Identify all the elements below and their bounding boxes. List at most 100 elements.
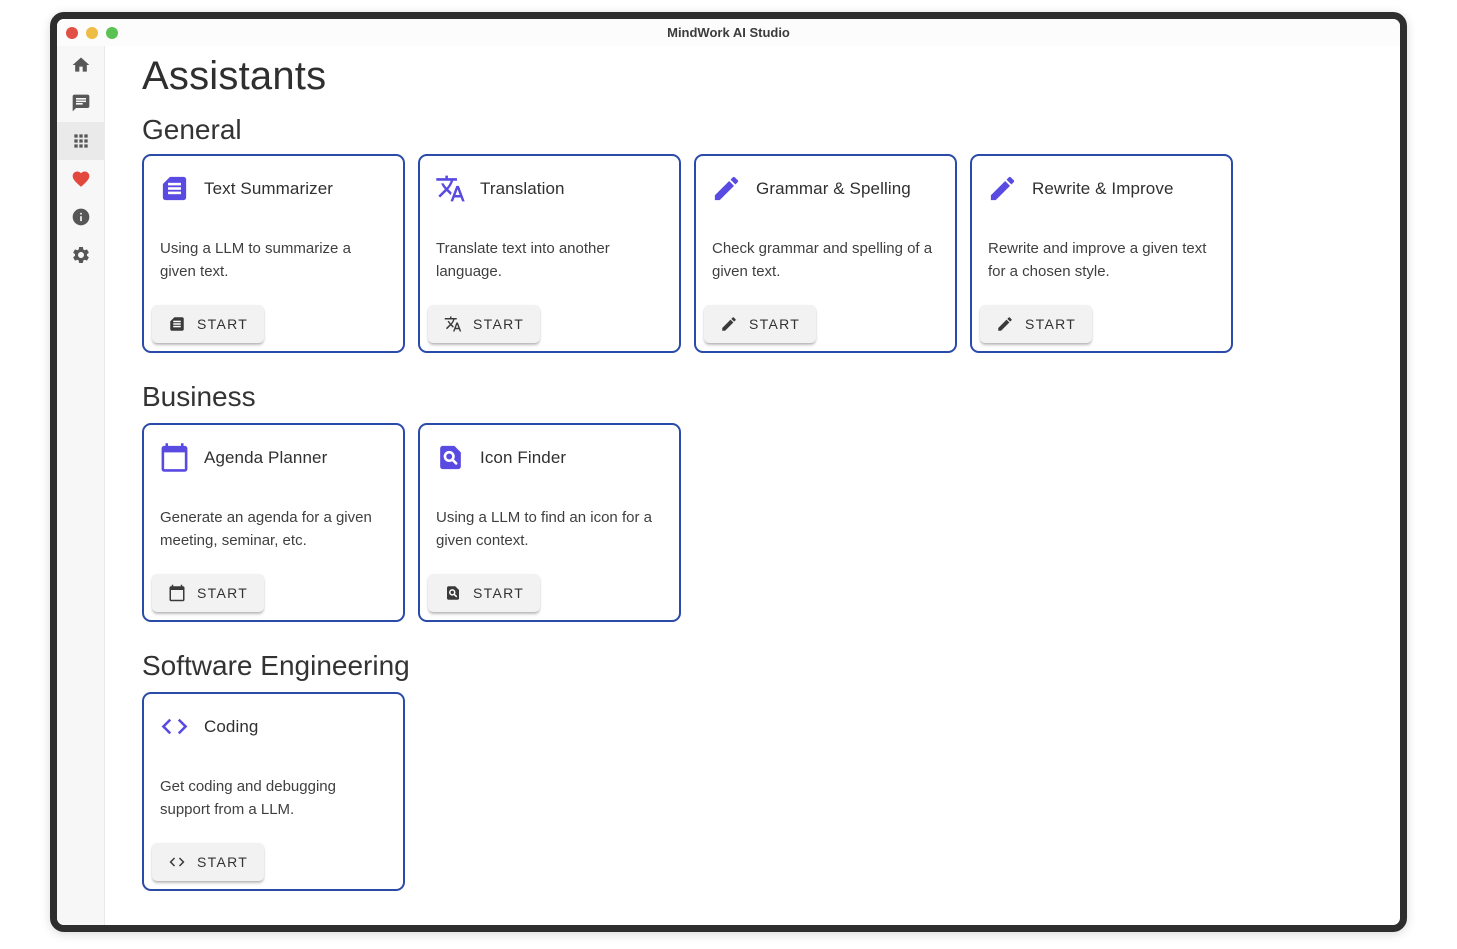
pencil-icon bbox=[987, 173, 1018, 204]
icon-search-icon bbox=[435, 442, 466, 473]
card-title: Grammar & Spelling bbox=[756, 179, 911, 199]
calendar-icon bbox=[159, 442, 190, 473]
pencil-icon bbox=[711, 173, 742, 204]
code-icon bbox=[159, 711, 190, 742]
start-button[interactable]: START bbox=[152, 305, 264, 343]
pencil-icon bbox=[711, 173, 742, 204]
card-row: Agenda Planner Generate an agenda for a g… bbox=[142, 423, 1400, 622]
icon-search-icon bbox=[444, 584, 462, 602]
card-actions: START bbox=[428, 574, 540, 612]
card-header: Coding bbox=[144, 694, 403, 742]
card-header: Grammar & Spelling bbox=[696, 156, 955, 204]
maximize-window-button[interactable] bbox=[106, 27, 118, 39]
sidebar-item-about[interactable] bbox=[57, 198, 105, 236]
text-snippet-icon bbox=[168, 315, 186, 333]
start-button-label: START bbox=[473, 585, 524, 601]
titlebar[interactable]: MindWork AI Studio bbox=[57, 19, 1400, 46]
assistant-card: Translation Translate text into another l… bbox=[418, 154, 681, 353]
section-heading: Software Engineering bbox=[142, 649, 1400, 682]
card-description: Using a LLM to find an icon for a given … bbox=[420, 506, 679, 552]
sidebar-item-chats[interactable] bbox=[57, 84, 105, 122]
card-row: Text Summarizer Using a LLM to summarize … bbox=[142, 154, 1400, 353]
card-actions: START bbox=[152, 305, 264, 343]
sidebar-item-assistants[interactable] bbox=[57, 122, 105, 160]
card-title: Text Summarizer bbox=[204, 179, 333, 199]
chat-icon bbox=[71, 93, 91, 113]
main-content: Assistants General Text Summarizer Using a… bbox=[105, 46, 1400, 925]
card-description: Translate text into another language. bbox=[420, 237, 679, 283]
code-icon bbox=[168, 853, 186, 871]
start-button[interactable]: START bbox=[428, 305, 540, 343]
gear-icon bbox=[71, 245, 91, 265]
start-button[interactable]: START bbox=[980, 305, 1092, 343]
assistant-card: Rewrite & Improve Rewrite and improve a g… bbox=[970, 154, 1233, 353]
translate-icon bbox=[444, 315, 462, 333]
card-row: Coding Get coding and debugging support f… bbox=[142, 692, 1400, 891]
assistant-card: Icon Finder Using a LLM to find an icon f… bbox=[418, 423, 681, 622]
assistant-card: Coding Get coding and debugging support f… bbox=[142, 692, 405, 891]
card-actions: START bbox=[152, 843, 264, 881]
text-snippet-icon bbox=[159, 173, 190, 204]
card-title: Agenda Planner bbox=[204, 448, 327, 468]
pencil-icon bbox=[720, 315, 738, 333]
card-header: Icon Finder bbox=[420, 425, 679, 473]
card-description: Rewrite and improve a given text for a c… bbox=[972, 237, 1231, 283]
start-button[interactable]: START bbox=[152, 843, 264, 881]
sidebar-item-favorites[interactable] bbox=[57, 160, 105, 198]
sidebar-item-settings[interactable] bbox=[57, 236, 105, 274]
close-window-button[interactable] bbox=[66, 27, 78, 39]
start-button-label: START bbox=[749, 316, 800, 332]
info-icon bbox=[71, 207, 91, 227]
minimize-window-button[interactable] bbox=[86, 27, 98, 39]
calendar-icon bbox=[168, 584, 186, 602]
icon-search-icon bbox=[444, 584, 462, 602]
text-snippet-icon bbox=[168, 315, 186, 333]
card-actions: START bbox=[152, 574, 264, 612]
card-actions: START bbox=[704, 305, 816, 343]
sections-container: General Text Summarizer Using a LLM to sum… bbox=[142, 113, 1400, 891]
card-header: Text Summarizer bbox=[144, 156, 403, 204]
window-title: MindWork AI Studio bbox=[57, 25, 1400, 40]
home-icon bbox=[71, 55, 91, 75]
page-title: Assistants bbox=[142, 53, 1400, 100]
start-button[interactable]: START bbox=[152, 574, 264, 612]
text-snippet-icon bbox=[159, 173, 190, 204]
card-description: Check grammar and spelling of a given te… bbox=[696, 237, 955, 283]
apps-icon bbox=[71, 131, 91, 151]
calendar-icon bbox=[168, 584, 186, 602]
pencil-icon bbox=[720, 315, 738, 333]
card-title: Coding bbox=[204, 717, 258, 737]
section-heading: Business bbox=[142, 380, 1400, 413]
code-icon bbox=[159, 711, 190, 742]
start-button-label: START bbox=[1025, 316, 1076, 332]
window-controls bbox=[66, 19, 118, 46]
card-actions: START bbox=[980, 305, 1092, 343]
card-title: Translation bbox=[480, 179, 565, 199]
pencil-icon bbox=[996, 315, 1014, 333]
card-header: Agenda Planner bbox=[144, 425, 403, 473]
heart-icon bbox=[71, 169, 91, 189]
icon-search-icon bbox=[435, 442, 466, 473]
card-description: Using a LLM to summarize a given text. bbox=[144, 237, 403, 283]
calendar-icon bbox=[159, 442, 190, 473]
assistant-card: Text Summarizer Using a LLM to summarize … bbox=[142, 154, 405, 353]
sidebar-item-home[interactable] bbox=[57, 46, 105, 84]
start-button[interactable]: START bbox=[704, 305, 816, 343]
start-button-label: START bbox=[197, 854, 248, 870]
translate-icon bbox=[435, 173, 466, 204]
translate-icon bbox=[444, 315, 462, 333]
card-header: Rewrite & Improve bbox=[972, 156, 1231, 204]
card-description: Generate an agenda for a given meeting, … bbox=[144, 506, 403, 552]
section-heading: General bbox=[142, 113, 1400, 146]
assistant-card: Agenda Planner Generate an agenda for a g… bbox=[142, 423, 405, 622]
pencil-icon bbox=[987, 173, 1018, 204]
window-body: Assistants General Text Summarizer Using a… bbox=[57, 46, 1400, 925]
card-title: Rewrite & Improve bbox=[1032, 179, 1174, 199]
start-button-label: START bbox=[473, 316, 524, 332]
sidebar bbox=[57, 46, 105, 925]
pencil-icon bbox=[996, 315, 1014, 333]
start-button[interactable]: START bbox=[428, 574, 540, 612]
card-description: Get coding and debugging support from a … bbox=[144, 775, 403, 821]
start-button-label: START bbox=[197, 316, 248, 332]
card-header: Translation bbox=[420, 156, 679, 204]
